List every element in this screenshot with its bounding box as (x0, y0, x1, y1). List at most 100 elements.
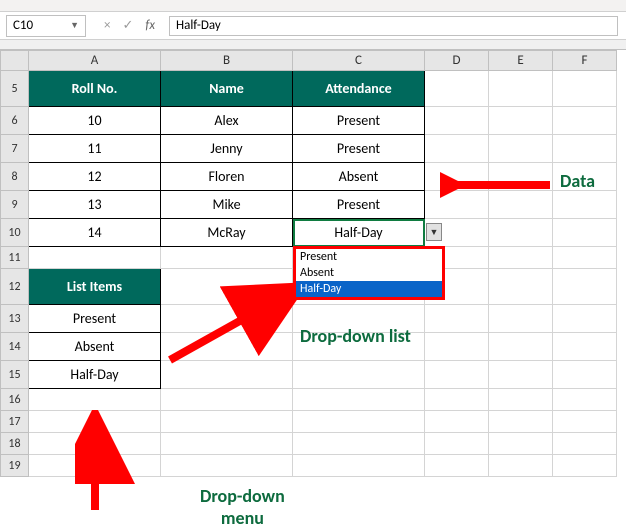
dropdown-list[interactable]: Present Absent Half-Day (293, 246, 445, 300)
cell[interactable] (553, 411, 617, 433)
cell[interactable] (425, 71, 489, 107)
dropdown-button[interactable]: ▼ (426, 223, 442, 241)
cell-att-selected[interactable]: Half-Day ▼ Present Absent Half-Day (293, 219, 425, 247)
cell[interactable] (489, 389, 553, 411)
cell[interactable] (489, 247, 553, 269)
col-header[interactable]: F (553, 51, 617, 71)
list-item[interactable]: Half-Day (29, 361, 161, 389)
cell[interactable] (489, 433, 553, 455)
cell[interactable] (425, 191, 489, 219)
cell[interactable] (293, 411, 425, 433)
cell[interactable] (425, 107, 489, 135)
cell[interactable] (293, 389, 425, 411)
col-header[interactable]: D (425, 51, 489, 71)
cell[interactable] (425, 163, 489, 191)
cell[interactable] (489, 333, 553, 361)
col-header[interactable]: E (489, 51, 553, 71)
cell[interactable] (553, 333, 617, 361)
cell[interactable] (425, 433, 489, 455)
cell[interactable] (489, 163, 553, 191)
row-header[interactable]: 12 (1, 269, 29, 305)
cell[interactable] (425, 411, 489, 433)
cell[interactable] (29, 247, 161, 269)
cell[interactable] (489, 71, 553, 107)
cell-roll[interactable]: 13 (29, 191, 161, 219)
col-header[interactable]: B (161, 51, 293, 71)
table-header-roll[interactable]: Roll No. (29, 71, 161, 107)
cell[interactable] (161, 389, 293, 411)
cell[interactable] (489, 305, 553, 333)
cell-name[interactable]: Alex (161, 107, 293, 135)
dropdown-option[interactable]: Present (296, 249, 442, 265)
cell-name[interactable]: Jenny (161, 135, 293, 163)
cell[interactable] (553, 135, 617, 163)
cell[interactable] (553, 269, 617, 305)
row-header[interactable]: 9 (1, 191, 29, 219)
cell[interactable] (293, 333, 425, 361)
row-header[interactable]: 14 (1, 333, 29, 361)
cell[interactable] (489, 455, 553, 477)
cell[interactable] (29, 433, 161, 455)
row-header[interactable]: 13 (1, 305, 29, 333)
col-header[interactable]: C (293, 51, 425, 71)
cell[interactable] (29, 389, 161, 411)
cell[interactable] (553, 163, 617, 191)
cell-roll[interactable]: 10 (29, 107, 161, 135)
row-header[interactable]: 6 (1, 107, 29, 135)
cell[interactable] (161, 247, 293, 269)
cell[interactable] (161, 433, 293, 455)
cell[interactable] (553, 219, 617, 247)
cell[interactable] (161, 361, 293, 389)
cell[interactable] (293, 455, 425, 477)
cell[interactable] (293, 305, 425, 333)
cell[interactable] (425, 135, 489, 163)
cell[interactable] (293, 361, 425, 389)
cell-roll[interactable]: 14 (29, 219, 161, 247)
dropdown-option-selected[interactable]: Half-Day (296, 281, 442, 297)
cell[interactable] (161, 269, 293, 305)
cell[interactable] (425, 333, 489, 361)
chevron-down-icon[interactable]: ▼ (70, 20, 79, 31)
cell[interactable] (553, 389, 617, 411)
table-header-name[interactable]: Name (161, 71, 293, 107)
col-header[interactable]: A (29, 51, 161, 71)
list-items-header[interactable]: List Items (29, 269, 161, 305)
cell[interactable] (553, 107, 617, 135)
row-header[interactable]: 18 (1, 433, 29, 455)
list-item[interactable]: Present (29, 305, 161, 333)
cell[interactable] (425, 305, 489, 333)
cell[interactable] (161, 455, 293, 477)
row-header[interactable]: 15 (1, 361, 29, 389)
cell-att[interactable]: Present (293, 135, 425, 163)
cell[interactable] (29, 455, 161, 477)
enter-icon[interactable]: ✓ (122, 18, 133, 33)
cell-name[interactable]: Floren (161, 163, 293, 191)
cell[interactable] (161, 411, 293, 433)
cell-att[interactable]: Present (293, 191, 425, 219)
table-header-attendance[interactable]: Attendance (293, 71, 425, 107)
cell[interactable] (489, 361, 553, 389)
row-header[interactable]: 17 (1, 411, 29, 433)
cell[interactable] (293, 433, 425, 455)
list-item[interactable]: Absent (29, 333, 161, 361)
row-header[interactable]: 19 (1, 455, 29, 477)
cell[interactable] (553, 247, 617, 269)
cell[interactable] (489, 269, 553, 305)
cancel-icon[interactable]: × (104, 18, 110, 33)
select-all-corner[interactable] (1, 51, 29, 71)
cell[interactable] (489, 219, 553, 247)
cell[interactable] (489, 191, 553, 219)
cell[interactable] (553, 433, 617, 455)
cell-name[interactable]: McRay (161, 219, 293, 247)
row-header[interactable]: 7 (1, 135, 29, 163)
cell[interactable] (425, 389, 489, 411)
cell[interactable] (29, 411, 161, 433)
cell[interactable] (161, 333, 293, 361)
row-header[interactable]: 10 (1, 219, 29, 247)
cell[interactable] (425, 361, 489, 389)
fx-icon[interactable]: fx (145, 18, 155, 33)
cell-name[interactable]: Mike (161, 191, 293, 219)
cell[interactable] (425, 455, 489, 477)
cell[interactable] (489, 411, 553, 433)
cell-roll[interactable]: 11 (29, 135, 161, 163)
